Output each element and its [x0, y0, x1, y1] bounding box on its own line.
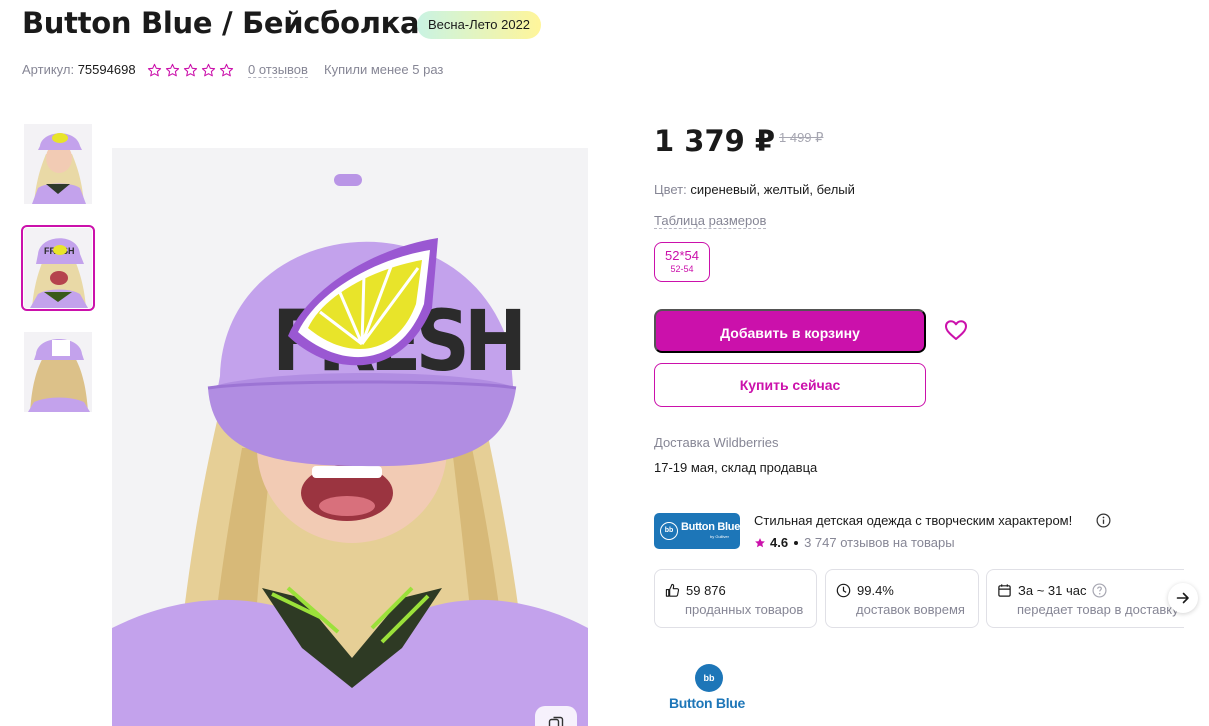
size-table-link[interactable]: Таблица размеров — [654, 213, 767, 229]
brand-logo-mark: bb — [695, 664, 723, 692]
thumbs-up-icon — [665, 583, 680, 597]
current-price: 1 379 ₽ — [654, 124, 776, 158]
product-title: Button Blue / Бейсболка — [22, 6, 420, 40]
old-price: 1 499 ₽ — [779, 130, 824, 145]
brand-name: Button Blue — [669, 695, 746, 711]
stat-on-time-label: доставок вовремя — [856, 602, 965, 617]
stat-sold: 59 876 проданных товаров — [654, 569, 817, 628]
calendar-icon — [998, 584, 1011, 597]
seller-rating: 4.6 3 747 отзывов на товары — [754, 535, 955, 550]
gallery-thumb-1[interactable] — [24, 124, 92, 204]
heart-icon[interactable] — [944, 319, 968, 341]
buy-now-button[interactable]: Купить сейчас — [654, 363, 926, 407]
stat-on-time-value: 99.4% — [857, 583, 894, 598]
main-product-photo[interactable]: FRESH — [112, 148, 588, 726]
copy-icon — [548, 716, 564, 726]
bought-count: Купили менее 5 раз — [324, 62, 444, 77]
add-to-cart-button[interactable]: Добавить в корзину — [654, 309, 926, 353]
star-icon — [165, 63, 180, 77]
seller-logo-sub: by Gulliver — [710, 534, 729, 539]
size-main: 52*54 — [665, 248, 699, 263]
girl-wearing-cap-image: FRESH — [112, 148, 588, 726]
stat-on-time: 99.4% доставок вовремя — [825, 569, 979, 628]
star-icon — [755, 537, 765, 547]
gallery-thumb-3[interactable] — [24, 332, 92, 412]
article-label: Артикул: — [22, 62, 75, 77]
seller-rating-value: 4.6 — [770, 535, 789, 550]
seller-logo-mark: bb — [660, 522, 678, 540]
color-value: сиреневый, желтый, белый — [690, 182, 855, 197]
gallery-thumb-2[interactable]: FRESH — [21, 225, 95, 311]
girl-cap-front-image — [24, 124, 92, 204]
star-icon — [147, 63, 162, 77]
reviews-link[interactable]: 0 отзывов — [248, 62, 308, 78]
seller-logo[interactable]: bb Button Blue by Gulliver — [654, 513, 740, 549]
stats-next-button[interactable] — [1168, 583, 1198, 613]
stat-sold-value: 59 876 — [686, 583, 726, 598]
stat-handover-value: За ~ 31 час — [1018, 583, 1087, 598]
brand-logo[interactable]: bb Button Blue — [668, 664, 752, 714]
stat-sold-label: проданных товаров — [685, 602, 804, 617]
star-icon — [201, 63, 216, 77]
season-badge[interactable]: Весна-Лето 2022 — [417, 11, 542, 39]
info-icon[interactable] — [1096, 513, 1111, 528]
girl-cap-laughing-image: FRESH — [24, 228, 92, 308]
question-icon[interactable] — [1092, 583, 1108, 598]
article-value[interactable]: 75594698 — [78, 62, 136, 77]
girl-cap-back-image — [24, 332, 92, 412]
rating-stars — [147, 63, 234, 78]
stat-handover-label: передает товар в доставку — [1017, 602, 1179, 617]
seller-description[interactable]: Стильная детская одежда с творческим хар… — [754, 513, 1072, 528]
image-action-button[interactable] — [535, 706, 577, 726]
color-label: Цвет: — [654, 182, 687, 197]
seller-reviews[interactable]: 3 747 отзывов на товары — [804, 535, 954, 550]
delivery-date: 17-19 мая, склад продавца — [654, 460, 818, 475]
stat-handover: За ~ 31 час передает товар в доставку — [986, 569, 1184, 628]
color-info: Цвет: сиреневый, желтый, белый — [654, 182, 855, 197]
size-sub: 52-54 — [670, 264, 694, 274]
star-icon — [219, 63, 234, 77]
delivery-label: Доставка Wildberries — [654, 435, 779, 450]
size-option[interactable]: 52*54 52-54 — [654, 242, 710, 282]
separator-dot — [794, 540, 799, 545]
star-icon — [183, 63, 198, 77]
clock-icon — [836, 583, 851, 598]
arrow-right-icon — [1176, 592, 1189, 604]
seller-logo-text: Button Blue — [681, 521, 740, 533]
article-info: Артикул: 75594698 — [22, 62, 136, 80]
